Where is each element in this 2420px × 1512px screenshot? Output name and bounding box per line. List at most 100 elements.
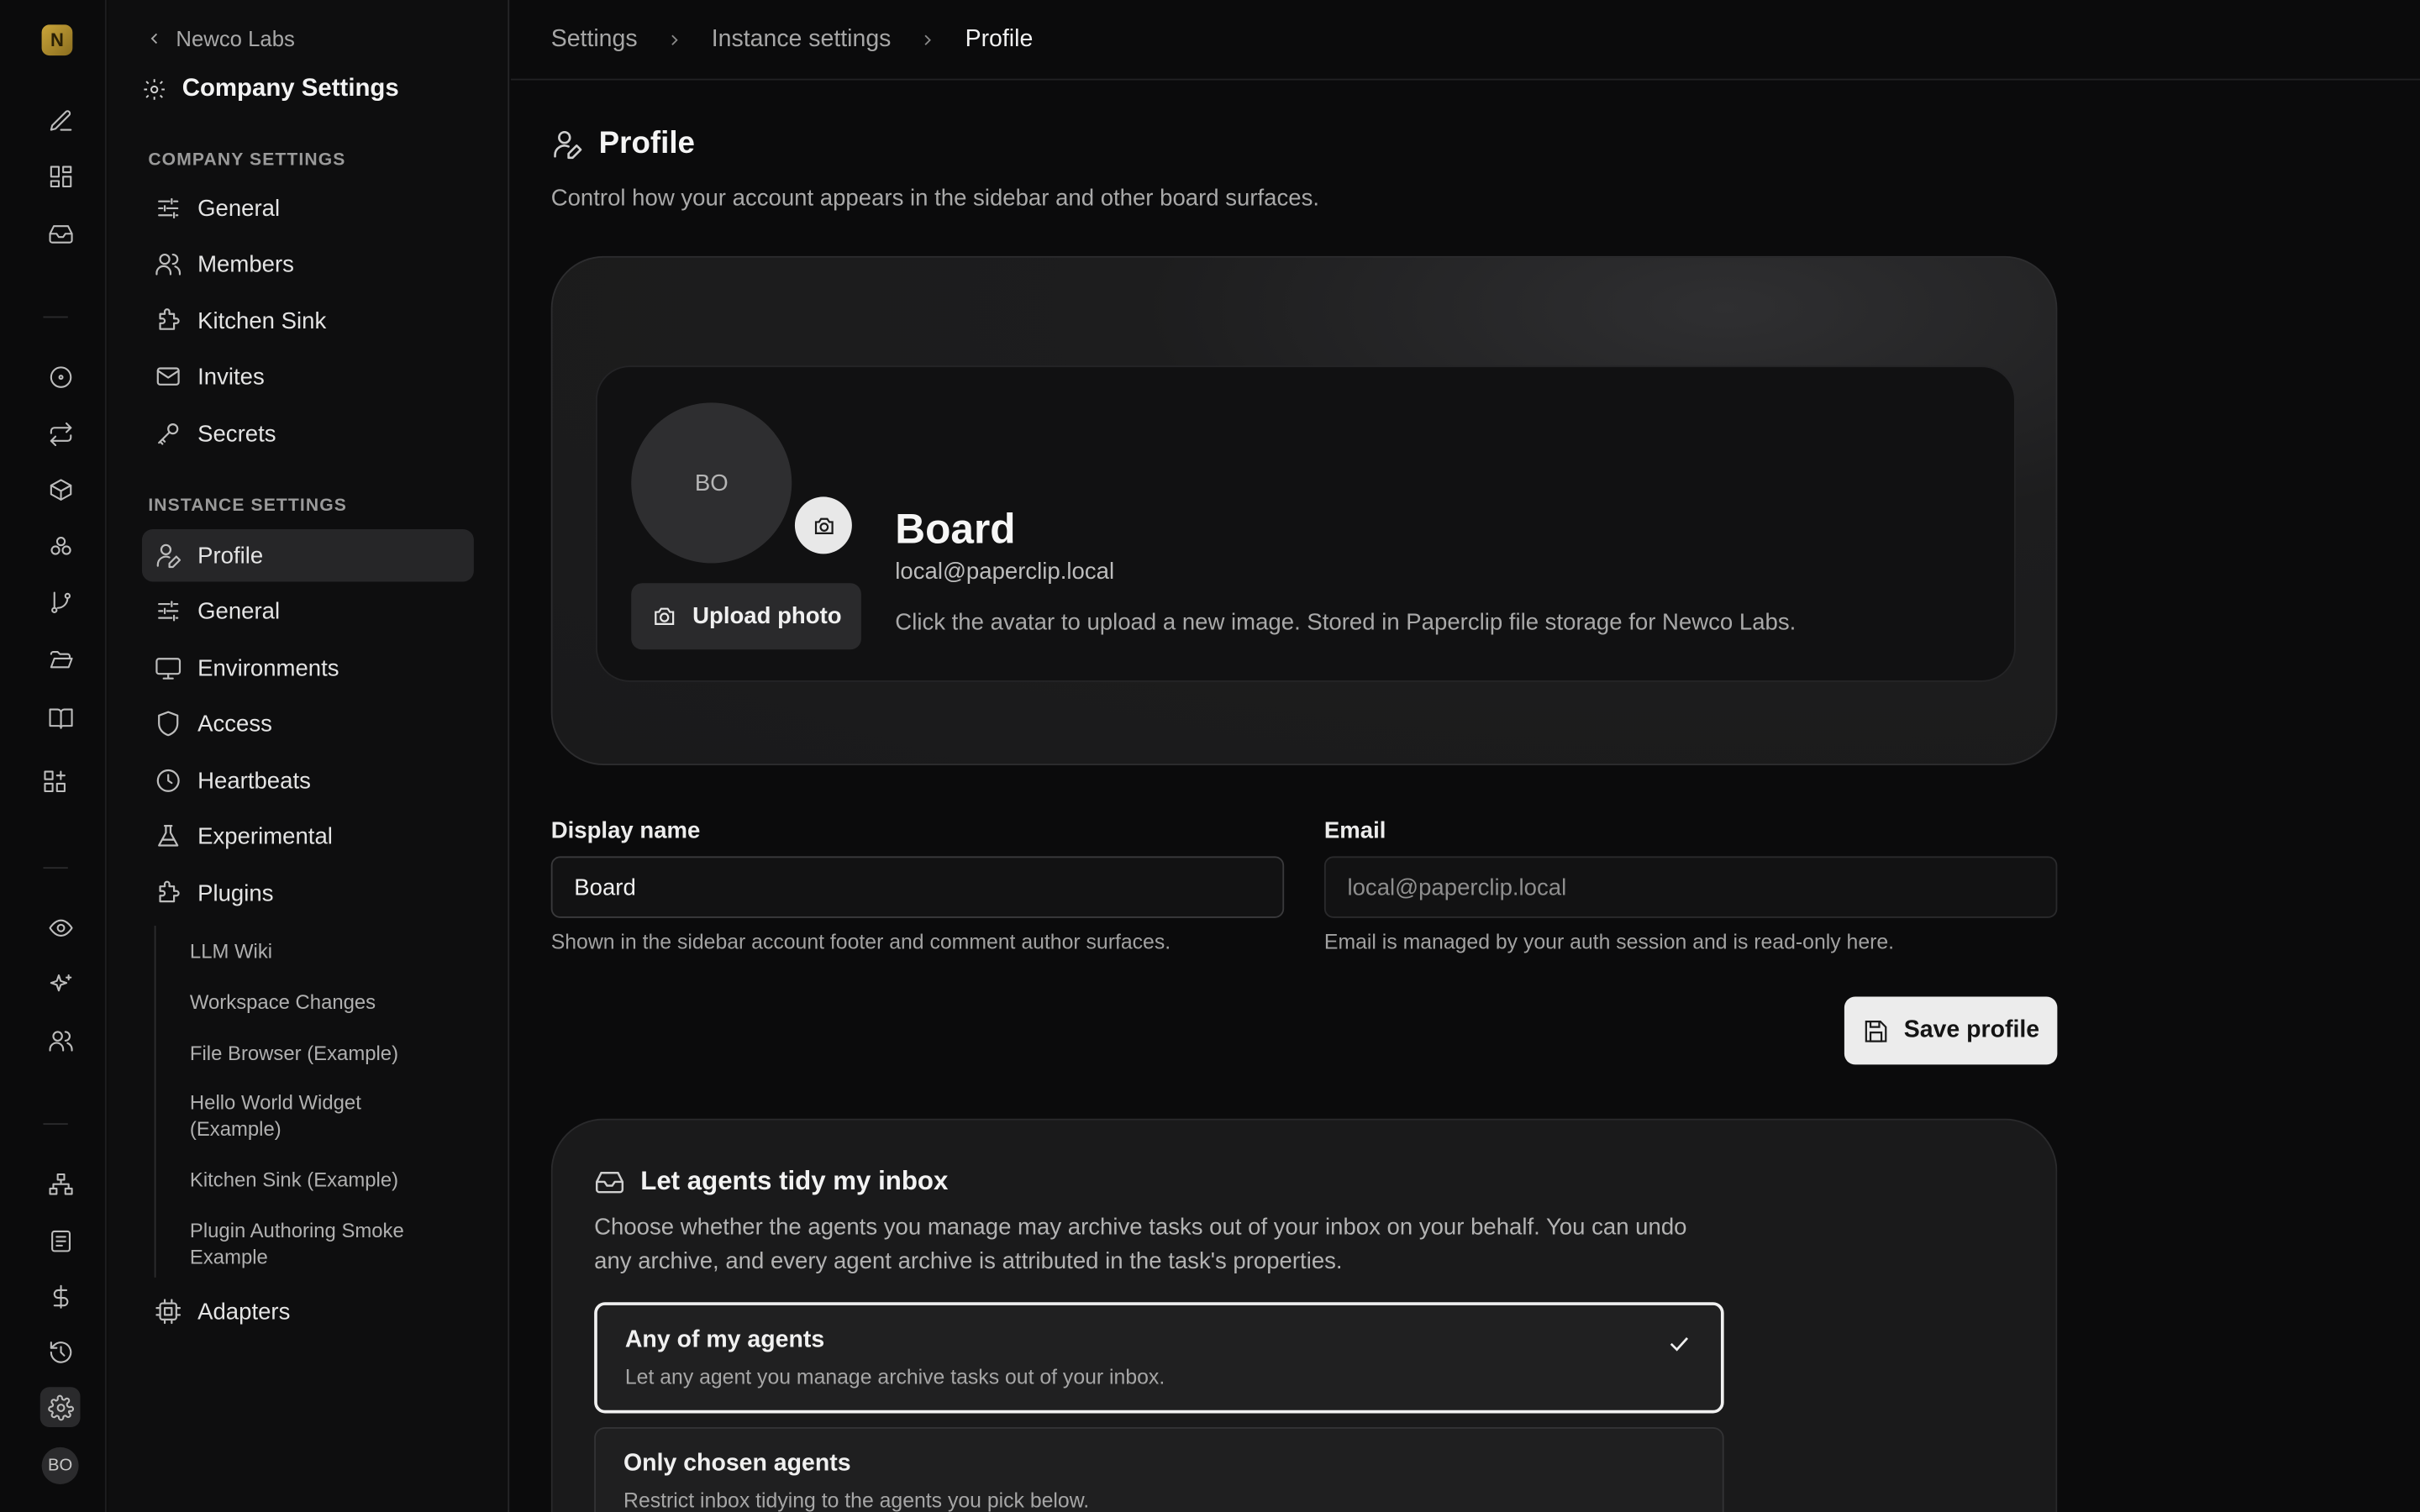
sliders-icon (158, 601, 179, 622)
sidebar-item-label: Members (197, 250, 294, 277)
page-title-label: Profile (598, 126, 695, 161)
page-description: Control how your account appears in the … (550, 185, 1320, 212)
sidebar-item-company-general[interactable]: General (142, 182, 474, 234)
dashboard-icon[interactable] (45, 160, 76, 192)
rail-divider (43, 316, 68, 318)
sidebar-item-label: Experimental (197, 822, 333, 850)
breadcrumb-settings[interactable]: Settings (551, 25, 638, 53)
users-icon[interactable] (45, 1025, 76, 1056)
page-title: Profile (551, 127, 695, 162)
folder-open-icon[interactable] (45, 643, 76, 675)
sidebar-item-invites[interactable]: Invites (142, 350, 474, 402)
sidebar-item-label: Plugins (197, 879, 274, 907)
rail-divider (43, 1123, 68, 1125)
puzzle-icon (159, 308, 180, 330)
email-field (1323, 856, 2058, 918)
camera-icon (654, 607, 674, 625)
section-heading-company: COMPANY SETTINGS (148, 151, 346, 171)
sidebar-item-adapters[interactable]: Adapters (142, 1285, 474, 1337)
chevron-right-icon (925, 34, 932, 45)
settings-gear-icon[interactable] (39, 1387, 81, 1427)
sidebar-item-label: General (197, 597, 281, 624)
repeat-icon[interactable] (45, 418, 76, 449)
git-branch-icon[interactable] (45, 586, 76, 617)
shield-icon (158, 711, 179, 737)
flask-icon (158, 825, 179, 847)
sidebar-item-label: Secrets (197, 420, 276, 447)
check-icon (1665, 1330, 1693, 1357)
app-root: N BO Newco Labs Company Settings COMPANY… (0, 0, 2420, 1512)
option-title: Only chosen agents (623, 1450, 851, 1477)
new-issue-icon[interactable] (45, 105, 76, 136)
sidebar-plugin-authoring-smoke[interactable]: Plugin Authoring Smoke Example (190, 1217, 437, 1269)
sidebar-item-plugins[interactable]: Plugins (142, 867, 474, 919)
breadcrumb-profile: Profile (965, 25, 1034, 52)
book-open-icon[interactable] (45, 702, 76, 733)
sidebar-plugin-kitchen-sink[interactable]: Kitchen Sink (Example) (190, 1167, 452, 1193)
clock-icon (156, 769, 180, 792)
back-link[interactable]: Newco Labs (145, 26, 295, 51)
sidebar-item-label: Kitchen Sink (197, 307, 327, 334)
sidebar-item-heartbeats[interactable]: Heartbeats (142, 754, 474, 806)
breadcrumb-instance-settings[interactable]: Instance settings (712, 25, 892, 53)
display-name-help: Shown in the sidebar account footer and … (550, 930, 1171, 954)
profile-avatar[interactable]: BO (631, 402, 792, 564)
sidebar-item-secrets[interactable]: Secrets (142, 407, 474, 459)
document-icon[interactable] (45, 1225, 76, 1256)
profile-name: Board (895, 506, 1016, 553)
gear-icon (144, 79, 165, 100)
chevron-left-icon (150, 33, 158, 45)
sparkles-icon[interactable] (45, 969, 76, 1000)
option-any-agents[interactable]: Any of my agents Let any agent you manag… (594, 1302, 1724, 1414)
email-label: Email (1323, 817, 1386, 844)
chevron-right-icon (671, 34, 678, 45)
sidebar-plugin-hello-world[interactable]: Hello World Widget (Example) (190, 1089, 406, 1142)
sidebar-item-environments[interactable]: Environments (142, 642, 474, 694)
upload-photo-button[interactable]: Upload photo (631, 583, 861, 650)
sidebar-item-access[interactable]: Access (142, 697, 474, 749)
camera-icon (814, 517, 833, 534)
sidebar-plugin-workspace-changes[interactable]: Workspace Changes (190, 989, 452, 1015)
option-chosen-agents[interactable]: Only chosen agents Restrict inbox tidyin… (594, 1426, 1724, 1512)
dollar-icon[interactable] (45, 1280, 76, 1311)
history-icon[interactable] (45, 1336, 76, 1368)
inbox-icon (595, 1172, 624, 1194)
circle-dot-icon[interactable] (45, 361, 76, 392)
sidebar-item-label: Environments (197, 654, 339, 681)
sidebar-item-members[interactable]: Members (142, 238, 474, 290)
company-logo[interactable]: N (41, 24, 73, 56)
display-name-label: Display name (550, 817, 701, 844)
breadcrumb: Settings Instance settings Profile (510, 0, 2420, 81)
sidebar-item-label: Heartbeats (197, 767, 311, 795)
key-icon (158, 423, 179, 445)
monitor-icon (155, 658, 182, 680)
section-heading-instance: INSTANCE SETTINGS (148, 496, 347, 516)
inbox-tidy-card: Let agents tidy my inbox Choose whether … (550, 1118, 2058, 1512)
eye-icon[interactable] (45, 912, 76, 943)
sidebar-title-label: Company Settings (182, 76, 399, 102)
plugins-tree-line (154, 926, 156, 1278)
user-avatar[interactable]: BO (41, 1446, 79, 1484)
save-profile-button[interactable]: Save profile (1844, 996, 2058, 1065)
mail-icon (156, 367, 180, 386)
boxes-icon[interactable] (45, 531, 76, 562)
sidebar-item-kitchen-sink[interactable]: Kitchen Sink (142, 295, 474, 347)
plugin-blocks-icon[interactable] (39, 765, 70, 796)
sidebar-item-label: Invites (197, 363, 265, 390)
sidebar-plugin-file-browser[interactable]: File Browser (Example) (190, 1040, 452, 1066)
sidebar-item-profile[interactable]: Profile (141, 529, 474, 582)
back-link-label: Newco Labs (176, 26, 295, 51)
sidebar-item-label: General (197, 195, 281, 222)
avatar-camera-button[interactable] (794, 496, 852, 554)
option-subtitle: Let any agent you manage archive tasks o… (624, 1365, 1165, 1389)
sidebar-plugin-llm-wiki[interactable]: LLM Wiki (190, 938, 452, 964)
sidebar-item-label: Access (197, 710, 272, 738)
profile-upload-note: Click the avatar to upload a new image. … (895, 609, 1797, 636)
upload-photo-label: Upload photo (692, 603, 842, 630)
package-icon[interactable] (45, 474, 76, 505)
inbox-icon[interactable] (45, 218, 76, 249)
org-chart-icon[interactable] (45, 1168, 76, 1199)
sidebar-item-instance-general[interactable]: General (142, 585, 474, 637)
sidebar-item-experimental[interactable]: Experimental (142, 810, 474, 862)
display-name-field[interactable] (550, 856, 1285, 918)
